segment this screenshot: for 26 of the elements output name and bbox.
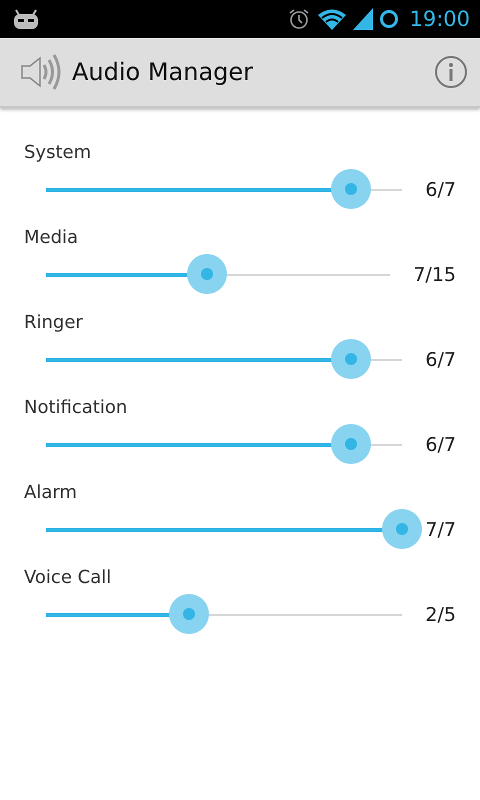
slider-thumb[interactable] bbox=[382, 509, 422, 549]
volume-reading: 2/5 bbox=[424, 604, 457, 626]
channel-label: Ringer bbox=[24, 312, 84, 334]
slider-thumb[interactable] bbox=[168, 594, 209, 634]
alarm-clock-icon bbox=[287, 7, 312, 31]
robot-head-icon bbox=[12, 8, 40, 30]
volume-reading: 6/7 bbox=[424, 434, 457, 456]
channel-label: Voice Call bbox=[24, 567, 112, 589]
slider-thumb[interactable] bbox=[331, 339, 372, 379]
volume-reading: 6/7 bbox=[424, 179, 457, 201]
channel-label: Notification bbox=[24, 397, 128, 419]
channel-label: Alarm bbox=[24, 482, 78, 504]
volume-reading: 6/7 bbox=[424, 349, 457, 371]
slider-thumb[interactable] bbox=[186, 254, 227, 294]
ring-icon bbox=[379, 9, 400, 29]
slider-thumb[interactable] bbox=[331, 169, 372, 209]
wifi-icon bbox=[317, 8, 348, 30]
channel-label: System bbox=[24, 142, 92, 164]
clock-time: 19:00 bbox=[409, 7, 470, 31]
signal-icon bbox=[353, 8, 374, 30]
volume-reading: 7/15 bbox=[412, 264, 457, 286]
channel-label: Media bbox=[24, 227, 80, 249]
app-title: Audio Manager bbox=[72, 58, 254, 86]
volume-reading: 7/7 bbox=[424, 519, 457, 541]
slider-thumb[interactable] bbox=[331, 424, 372, 464]
info-icon[interactable] bbox=[434, 55, 468, 89]
